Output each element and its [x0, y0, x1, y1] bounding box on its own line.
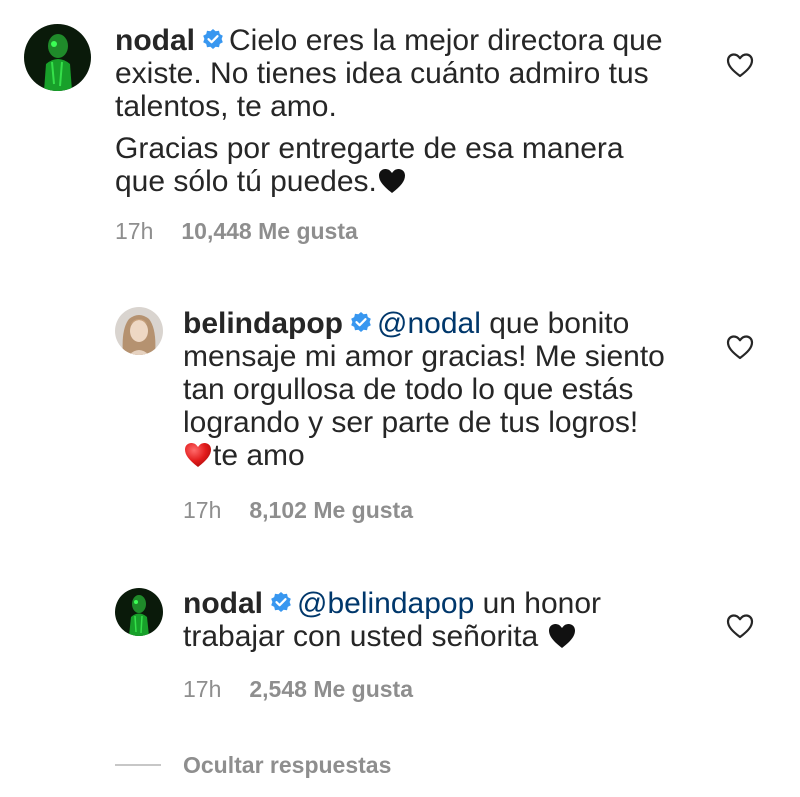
divider-line	[115, 764, 161, 766]
like-count[interactable]: 8,102 Me gusta	[249, 497, 413, 523]
comment-text: belindapop @nodal que bonito mensaje mi a…	[183, 307, 703, 472]
comment-text: nodal Cielo eres la mejor directora que e…	[115, 24, 705, 198]
heart-outline-icon[interactable]	[725, 51, 755, 79]
comment-line: que bonito	[480, 307, 630, 340]
comment-line: un honor	[474, 587, 602, 620]
verified-badge-icon	[349, 311, 373, 335]
comment-text: nodal @belindapop un honor trabajar con u…	[183, 587, 703, 653]
mention-link[interactable]: @nodal	[377, 307, 481, 340]
comment-line: tan orgullosa de todo lo que estás	[183, 373, 634, 406]
username[interactable]: nodal	[183, 587, 263, 620]
avatar-belindapop[interactable]	[115, 307, 163, 355]
comment-line: que sólo tú puedes.	[115, 165, 377, 198]
avatar-nodal[interactable]	[115, 588, 163, 636]
comment-meta: 17h 10,448 Me gusta	[115, 218, 358, 245]
verified-badge-icon	[269, 591, 293, 615]
comment-time[interactable]: 17h	[183, 497, 221, 523]
username[interactable]: belindapop	[183, 307, 343, 340]
black-heart-emoji-icon	[547, 621, 577, 651]
like-count[interactable]: 10,448 Me gusta	[181, 218, 357, 244]
comment-meta: 17h 2,548 Me gusta	[183, 676, 413, 703]
reply-belindapop: belindapop @nodal que bonito mensaje mi a…	[0, 290, 800, 550]
comment-line: trabajar con usted señorita	[183, 620, 539, 653]
hide-replies-label: Ocultar respuestas	[183, 751, 392, 778]
comment-line: logrando y ser parte de tus logros!	[183, 406, 639, 439]
red-heart-emoji-icon	[183, 440, 213, 470]
username[interactable]: nodal	[115, 24, 195, 57]
like-count[interactable]: 2,548 Me gusta	[249, 676, 413, 702]
comment-line: te amo	[213, 439, 305, 472]
hide-replies-button[interactable]: Ocultar respuestas	[115, 750, 391, 780]
reply-nodal: nodal @belindapop un honor trabajar con u…	[0, 570, 800, 720]
heart-outline-icon[interactable]	[725, 612, 755, 640]
black-heart-emoji-icon	[377, 166, 407, 196]
comment-line: Gracias por entregarte de esa manera	[115, 132, 624, 165]
comment-nodal-1: nodal Cielo eres la mejor directora que e…	[0, 0, 800, 260]
heart-outline-icon[interactable]	[725, 333, 755, 361]
comment-time[interactable]: 17h	[115, 218, 153, 244]
verified-badge-icon	[201, 28, 225, 52]
comment-line: Cielo eres la mejor directora que	[229, 24, 663, 57]
comment-meta: 17h 8,102 Me gusta	[183, 497, 413, 524]
comment-time[interactable]: 17h	[183, 676, 221, 702]
comment-line: existe. No tienes idea cuánto admiro tus	[115, 57, 649, 90]
avatar-nodal[interactable]	[24, 24, 91, 91]
comment-line: talentos, te amo.	[115, 90, 337, 123]
comment-line: mensaje mi amor gracias! Me siento	[183, 340, 665, 373]
mention-link[interactable]: @belindapop	[297, 587, 474, 620]
